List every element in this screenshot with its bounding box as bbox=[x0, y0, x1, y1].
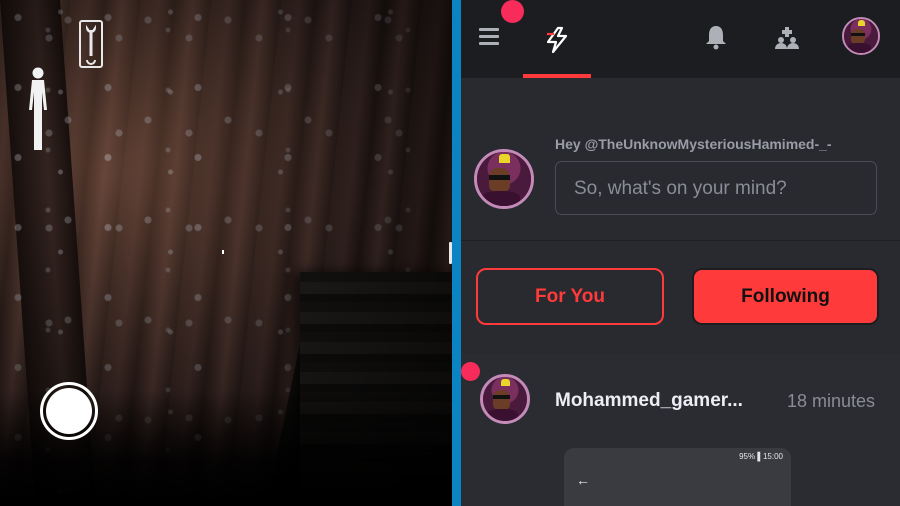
notification-dot bbox=[461, 362, 480, 381]
active-tab-indicator bbox=[523, 74, 591, 78]
avatar[interactable] bbox=[842, 17, 880, 55]
hamburger-menu-icon[interactable] bbox=[479, 28, 499, 46]
tab-home[interactable] bbox=[523, 0, 591, 78]
wrench-icon[interactable] bbox=[79, 20, 103, 68]
group-add-icon[interactable] bbox=[774, 26, 800, 50]
divider-handle[interactable] bbox=[449, 242, 452, 264]
post-username[interactable]: Mohammed_gamer... bbox=[555, 390, 743, 412]
social-app: Hey @TheUnknowMysteriousHamimed-_- So, w… bbox=[461, 0, 900, 506]
post-author-avatar[interactable] bbox=[480, 374, 530, 424]
for-you-button[interactable]: For You bbox=[476, 268, 664, 325]
section-divider bbox=[461, 240, 900, 241]
game-view[interactable] bbox=[0, 0, 452, 506]
post-timestamp: 18 minutes bbox=[787, 391, 876, 411]
action-button[interactable] bbox=[40, 382, 98, 440]
post-image[interactable]: 95% ▌15:00 ← bbox=[564, 448, 791, 506]
top-bar bbox=[461, 0, 900, 78]
post-composer-input[interactable]: So, what's on your mind? bbox=[555, 161, 877, 215]
bell-icon[interactable] bbox=[705, 24, 727, 50]
composer-avatar[interactable] bbox=[474, 149, 534, 209]
notification-dot bbox=[501, 0, 524, 23]
player-silhouette-icon[interactable] bbox=[27, 66, 49, 152]
crosshair bbox=[222, 250, 224, 254]
greeting-text: Hey @TheUnknowMysteriousHamimed-_- bbox=[555, 136, 832, 152]
split-screen-divider[interactable] bbox=[452, 0, 461, 506]
image-back-arrow-icon: ← bbox=[576, 472, 590, 488]
lightning-logo-icon bbox=[546, 26, 568, 54]
following-button[interactable]: Following bbox=[692, 268, 879, 325]
image-status-bar: 95% ▌15:00 bbox=[739, 452, 783, 461]
action-button-fill bbox=[46, 388, 92, 434]
